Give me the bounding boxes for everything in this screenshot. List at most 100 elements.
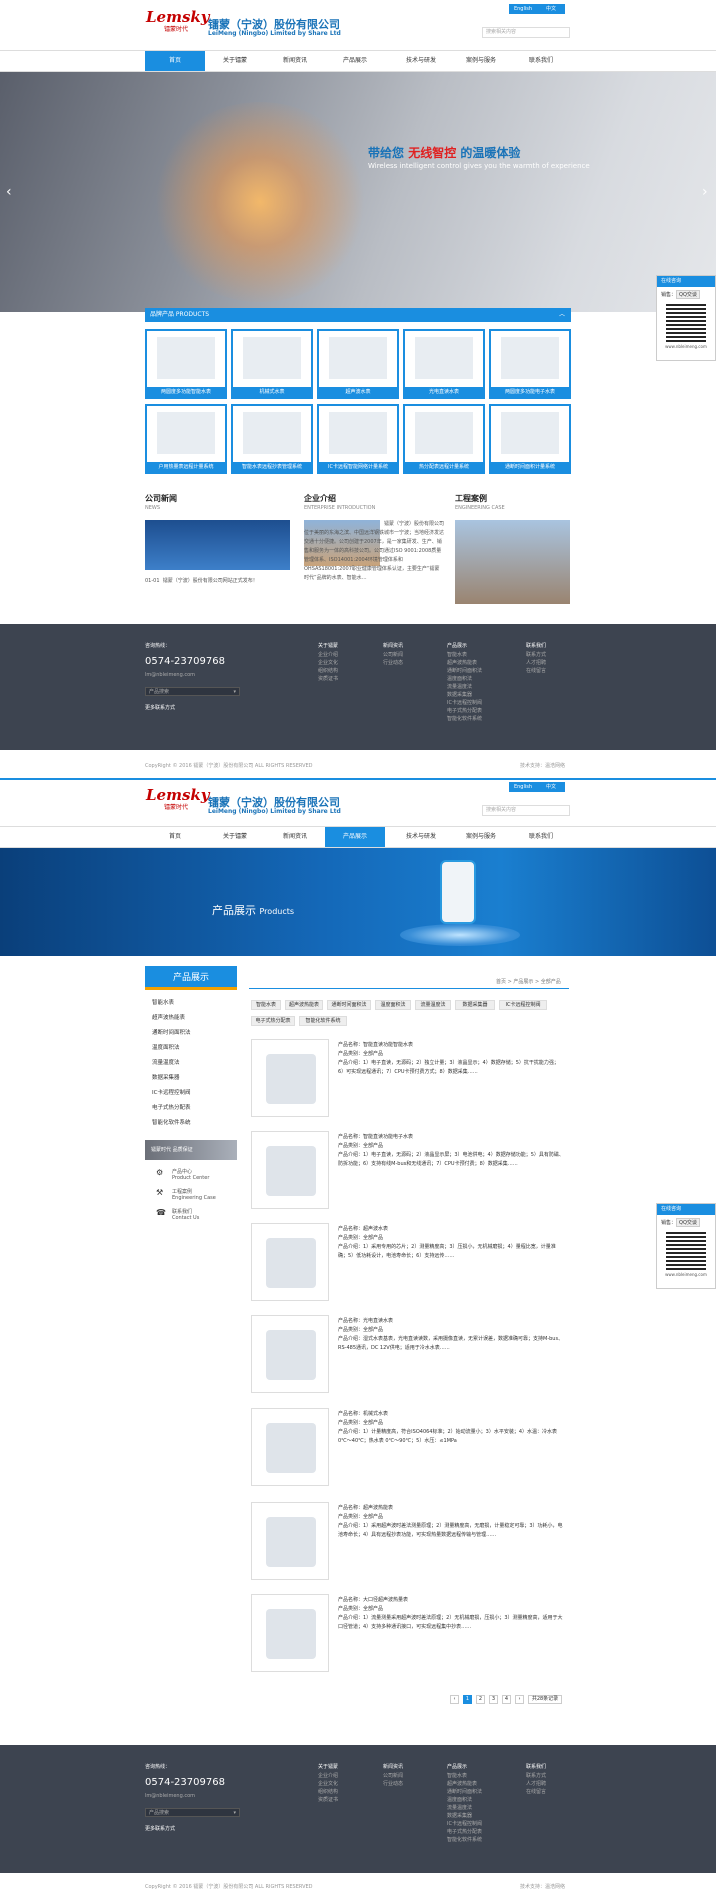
product-name[interactable]: 产品名称：光电直读水表 bbox=[338, 1317, 564, 1326]
logo[interactable]: Lemsky 镭蒙时代 bbox=[146, 8, 210, 36]
footer-link[interactable]: 智能水表 bbox=[447, 1772, 467, 1779]
footer-product-select[interactable]: 产品搜索 ▾ bbox=[145, 1808, 240, 1817]
footer-link[interactable]: IC卡远程控制阀 bbox=[447, 1820, 482, 1827]
pagination-next[interactable]: › bbox=[515, 1695, 524, 1704]
qq-chat-button[interactable]: QQ交谈 bbox=[676, 1218, 700, 1227]
tech-support[interactable]: 技术支持：温浩网络 bbox=[520, 762, 565, 769]
pagination-page[interactable]: 2 bbox=[476, 1695, 485, 1704]
sidebar-item[interactable]: 通断时间面积法 bbox=[152, 1028, 191, 1036]
product-name[interactable]: 产品名称：超声波热能表 bbox=[338, 1504, 564, 1513]
footer-more-contact[interactable]: 更多联系方式 bbox=[145, 704, 175, 711]
product-name[interactable]: 产品名称：智能直读功能智能水表 bbox=[338, 1041, 564, 1050]
nav-item-home[interactable]: 首页 bbox=[145, 51, 205, 71]
collapse-icon[interactable]: ︿ bbox=[559, 308, 565, 322]
footer-product-select[interactable]: 产品搜索 ▾ bbox=[145, 687, 240, 696]
side-link-products[interactable]: 产品中心 Product Center bbox=[172, 1168, 209, 1181]
product-card[interactable]: 两圆度多功能智能水表 bbox=[145, 329, 227, 399]
footer-col-title[interactable]: 新闻资讯 bbox=[383, 642, 403, 649]
product-thumbnail[interactable] bbox=[251, 1039, 329, 1117]
product-thumbnail[interactable] bbox=[251, 1315, 329, 1393]
category-tag[interactable]: IC卡远程控制阀 bbox=[499, 1000, 547, 1010]
footer-link[interactable]: 流量温度法 bbox=[447, 683, 472, 690]
footer-link[interactable]: 在线留言 bbox=[526, 667, 546, 674]
search-input[interactable]: 搜索相关内容 bbox=[482, 805, 570, 816]
footer-link[interactable]: 人才招聘 bbox=[526, 1780, 546, 1787]
footer-link[interactable]: 公司新闻 bbox=[383, 651, 403, 658]
sidebar-item[interactable]: 智能水表 bbox=[152, 998, 174, 1006]
nav-item-about[interactable]: 关于镭蒙 bbox=[205, 827, 265, 847]
footer-link[interactable]: 通断时间面积法 bbox=[447, 1788, 482, 1795]
footer-link[interactable]: 企业文化 bbox=[318, 659, 338, 666]
footer-link[interactable]: IC卡远程控制阀 bbox=[447, 699, 482, 706]
search-input[interactable]: 搜索相关内容 bbox=[482, 27, 570, 38]
side-link-contact[interactable]: 联系我们 Contact Us bbox=[172, 1208, 199, 1221]
footer-link[interactable]: 数据采集器 bbox=[447, 691, 472, 698]
lang-english-button[interactable]: English bbox=[509, 782, 537, 792]
sidebar-item[interactable]: 流量温度法 bbox=[152, 1058, 180, 1066]
footer-col-title[interactable]: 联系我们 bbox=[526, 1763, 546, 1770]
footer-link[interactable]: 资质证书 bbox=[318, 675, 338, 682]
footer-link[interactable]: 温度面积法 bbox=[447, 675, 472, 682]
footer-link[interactable]: 超声波热能表 bbox=[447, 1780, 477, 1787]
footer-link[interactable]: 智能化软件系统 bbox=[447, 715, 482, 722]
nav-item-contact[interactable]: 联系我们 bbox=[511, 827, 571, 847]
nav-item-cases[interactable]: 案例与服务 bbox=[451, 51, 511, 71]
footer-link[interactable]: 智能水表 bbox=[447, 651, 467, 658]
footer-col-title[interactable]: 产品展示 bbox=[447, 1763, 467, 1770]
product-card[interactable]: 热分配表远程计量系统 bbox=[403, 404, 485, 474]
nav-item-home[interactable]: 首页 bbox=[145, 827, 205, 847]
footer-col-title[interactable]: 关于镭蒙 bbox=[318, 1763, 338, 1770]
footer-email[interactable]: lm@nbleimeng.com bbox=[145, 672, 195, 678]
sidebar-item[interactable]: 温度面积法 bbox=[152, 1043, 180, 1051]
category-tag[interactable]: 智能水表 bbox=[251, 1000, 281, 1010]
sidebar-banner[interactable]: 镭蒙时代 品质保证 bbox=[145, 1140, 237, 1160]
nav-item-contact[interactable]: 联系我们 bbox=[511, 51, 571, 71]
footer-link[interactable]: 企业介绍 bbox=[318, 1772, 338, 1779]
footer-link[interactable]: 公司新闻 bbox=[383, 1772, 403, 1779]
category-tag[interactable]: 数据采集器 bbox=[455, 1000, 495, 1010]
tech-support[interactable]: 技术支持：温浩网络 bbox=[520, 1883, 565, 1890]
sidebar-item[interactable]: 智能化软件系统 bbox=[152, 1118, 191, 1126]
pagination-page[interactable]: 4 bbox=[502, 1695, 511, 1704]
footer-link[interactable]: 联系方式 bbox=[526, 651, 546, 658]
nav-item-products[interactable]: 产品展示 bbox=[325, 51, 385, 71]
footer-link[interactable]: 人才招聘 bbox=[526, 659, 546, 666]
footer-link[interactable]: 温度面积法 bbox=[447, 1796, 472, 1803]
sidebar-item[interactable]: 超声波热能表 bbox=[152, 1013, 185, 1021]
nav-item-products[interactable]: 产品展示 bbox=[325, 827, 385, 847]
product-thumbnail[interactable] bbox=[251, 1408, 329, 1486]
nav-item-tech[interactable]: 技术与研发 bbox=[391, 51, 451, 71]
category-tag[interactable]: 温度面积法 bbox=[375, 1000, 411, 1010]
qq-chat-button[interactable]: QQ交谈 bbox=[676, 290, 700, 299]
nav-item-news[interactable]: 新闻资讯 bbox=[265, 51, 325, 71]
product-card[interactable]: 光电直读水表 bbox=[403, 329, 485, 399]
category-tag[interactable]: 智能化软件系统 bbox=[299, 1016, 347, 1026]
sidebar-item[interactable]: IC卡远程控制阀 bbox=[152, 1088, 190, 1096]
news-item[interactable]: 01-01 镭蒙（宁波）股份有限公司网站正式发布！ bbox=[145, 577, 258, 586]
lang-chinese-button[interactable]: 中文 bbox=[537, 4, 565, 14]
pagination-page[interactable]: 1 bbox=[463, 1695, 472, 1704]
footer-link[interactable]: 组织结构 bbox=[318, 1788, 338, 1795]
category-tag[interactable]: 超声波热能表 bbox=[285, 1000, 323, 1010]
footer-link[interactable]: 行业动态 bbox=[383, 1780, 403, 1787]
product-card[interactable]: 户用热量表远程计量系统 bbox=[145, 404, 227, 474]
product-card[interactable]: 智能水表远程抄表管理系统 bbox=[231, 404, 313, 474]
category-tag[interactable]: 电子式热分配表 bbox=[251, 1016, 295, 1026]
footer-col-title[interactable]: 新闻资讯 bbox=[383, 1763, 403, 1770]
sidebar-item[interactable]: 数据采集器 bbox=[152, 1073, 180, 1081]
footer-link[interactable]: 电子式热分配表 bbox=[447, 1828, 482, 1835]
nav-item-news[interactable]: 新闻资讯 bbox=[265, 827, 325, 847]
footer-link[interactable]: 流量温度法 bbox=[447, 1804, 472, 1811]
footer-link[interactable]: 在线留言 bbox=[526, 1788, 546, 1795]
cases-image[interactable] bbox=[455, 520, 570, 604]
product-name[interactable]: 产品名称：机械式水表 bbox=[338, 1410, 564, 1419]
banner-next-icon[interactable]: › bbox=[702, 184, 708, 200]
footer-link[interactable]: 企业介绍 bbox=[318, 651, 338, 658]
footer-link[interactable]: 资质证书 bbox=[318, 1796, 338, 1803]
side-link-cases[interactable]: 工程案例 Engineering Case bbox=[172, 1188, 216, 1201]
product-name[interactable]: 产品名称：智能直读功能电子水表 bbox=[338, 1133, 564, 1142]
pagination-prev[interactable]: ‹ bbox=[450, 1695, 459, 1704]
lang-chinese-button[interactable]: 中文 bbox=[537, 782, 565, 792]
logo[interactable]: Lemsky 镭蒙时代 bbox=[146, 786, 210, 814]
product-thumbnail[interactable] bbox=[251, 1131, 329, 1209]
